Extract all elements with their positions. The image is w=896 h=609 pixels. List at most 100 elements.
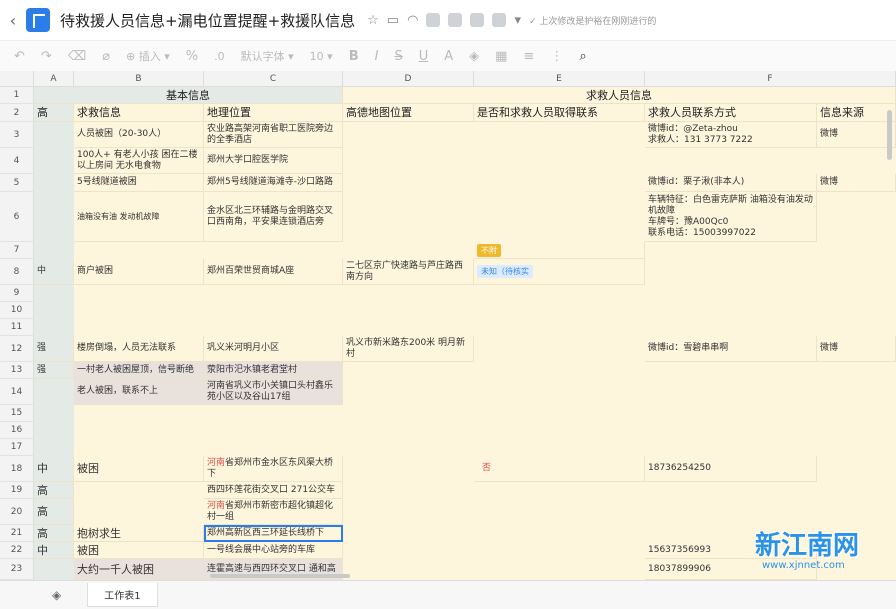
header-level[interactable]: 高 [34, 104, 74, 122]
row-header[interactable]: 11 [0, 319, 34, 336]
underline-icon[interactable]: U [419, 49, 429, 64]
cell-location[interactable]: 荥阳市汜水镇老君堂村 [204, 362, 343, 379]
header-request[interactable]: 求救信息 [74, 104, 204, 122]
row-header[interactable]: 4 [0, 148, 34, 174]
row-header[interactable]: 21 [0, 525, 34, 542]
cell-level[interactable]: 高 [34, 499, 74, 525]
row-header[interactable]: 3 [0, 122, 34, 148]
collaborators-icon[interactable]: ◠ [407, 13, 418, 28]
cell-contact[interactable]: 车辆特征：白色雷克萨斯 油箱没有油发动机故障 车牌号：豫A00Qc0 联系电话：… [645, 192, 817, 242]
cell-location[interactable]: 金水区北三环辅路与金明路交叉口西南角，平安果连锁酒店旁 [204, 192, 343, 242]
cell-location[interactable]: 郑州5号线隧道海滩寺-沙口路路 [204, 174, 343, 192]
row-header[interactable]: 8 [0, 259, 34, 285]
cell-location[interactable]: 郑州大学口腔医学院 [204, 148, 343, 174]
font-select[interactable]: 默认字体 ▾ [241, 48, 294, 64]
cell-request[interactable]: 大约一千人被困 [74, 559, 204, 580]
search-icon[interactable]: ⌕ [579, 49, 586, 64]
corner-cell[interactable] [0, 71, 34, 87]
selected-cell[interactable]: 郑州高新区西三环延长线桥下 [204, 525, 343, 542]
row-header[interactable]: 9 [0, 285, 34, 302]
cell-location[interactable]: 一号线会展中心站旁的车库 [204, 542, 343, 559]
header-amap[interactable]: 高德地图位置 [343, 104, 474, 122]
cell-location[interactable]: 河南省郑州市金水区东风渠大桥下 [204, 456, 343, 482]
row-header[interactable]: 15 [0, 405, 34, 422]
cell-request[interactable]: 老人被困，联系不上 [74, 379, 204, 405]
cell-contacted[interactable]: 否 [474, 456, 645, 482]
cell-level[interactable]: 高 [34, 525, 74, 542]
row-header[interactable]: 13 [0, 362, 34, 379]
row-header[interactable]: 12 [0, 336, 34, 362]
cell-request[interactable]: 5号线隧道被困 [74, 174, 204, 192]
cell-contact[interactable]: 18736254250 [645, 456, 817, 482]
cell-contacted[interactable]: 不附 [474, 242, 645, 259]
horizontal-scrollbar[interactable] [210, 574, 350, 578]
number-format-button[interactable]: .0 [214, 50, 225, 63]
row-header[interactable]: 22 [0, 542, 34, 559]
redo-icon[interactable]: ↷ [41, 49, 52, 64]
cell-level[interactable]: 高 [34, 482, 74, 499]
row-header[interactable]: 2 [0, 104, 34, 122]
header-contacted[interactable]: 是否和求救人员取得联系 [474, 104, 645, 122]
row-header[interactable]: 10 [0, 302, 34, 319]
cell-level[interactable]: 中 [34, 259, 74, 285]
border-icon[interactable]: ▦ [495, 49, 507, 64]
text-color-icon[interactable]: A [444, 49, 453, 64]
font-size-select[interactable]: 10 ▾ [310, 50, 333, 63]
fill-color-icon[interactable]: ◈ [469, 49, 479, 64]
column-header-e[interactable]: E [474, 71, 645, 87]
row-header[interactable]: 23 [0, 559, 34, 580]
cell-location[interactable]: 河南省巩义市小关镇口头村鑫乐苑小区以及谷山17组 [204, 379, 343, 405]
column-header-b[interactable]: B [74, 71, 204, 87]
cell-source[interactable]: 微博 [817, 122, 896, 148]
row-header[interactable]: 5 [0, 174, 34, 192]
avatar[interactable] [448, 13, 463, 27]
strikethrough-icon[interactable]: S [394, 49, 402, 64]
cell-source[interactable]: 微博 [817, 336, 896, 362]
row-header[interactable]: 7 [0, 242, 34, 259]
back-icon[interactable]: ‹ [4, 11, 22, 30]
row-header[interactable]: 6 [0, 192, 34, 242]
cell-request[interactable]: 楼房倒塌，人员无法联系 [74, 336, 204, 362]
cell-amap[interactable]: 巩义市新米路东200米 明月新村 [343, 336, 474, 362]
cell-location[interactable]: 河南省郑州市新密市超化镇超化村一组 [204, 499, 343, 525]
header-contact[interactable]: 求救人员联系方式 [645, 104, 817, 122]
group-header-rescuer[interactable]: 求救人员信息 [343, 87, 896, 104]
cell-amap[interactable]: 二七区京广快速路与芦庄路西南方向 [343, 259, 474, 285]
star-icon[interactable]: ☆ [367, 13, 379, 28]
cell-contact[interactable]: 微博id：雪碧串串啊 [645, 336, 817, 362]
header-source[interactable]: 信息来源 [817, 104, 896, 122]
undo-icon[interactable]: ↶ [14, 49, 25, 64]
row-header[interactable]: 19 [0, 482, 34, 499]
cell-contact[interactable]: 微博id：@Zeta-zhou 求救人：131 3773 7222 [645, 122, 817, 148]
vertical-scrollbar[interactable] [887, 110, 892, 160]
insert-button[interactable]: ⊕ 插入 ▾ [126, 48, 170, 64]
align-icon[interactable]: ≡ [523, 49, 534, 64]
status-badge[interactable]: 不附 [477, 243, 501, 257]
cell-request[interactable]: 人员被困（20-30人） [74, 122, 204, 148]
cell-location[interactable]: 郑州百荣世贸商城A座 [204, 259, 343, 285]
column-header-d[interactable]: D [343, 71, 474, 87]
cell-level[interactable]: 强 [34, 362, 74, 379]
status-badge[interactable]: 未知（待核实 [477, 265, 533, 278]
clear-format-icon[interactable]: ⌀ [102, 49, 110, 64]
avatar[interactable] [492, 13, 507, 27]
row-header[interactable]: 20 [0, 499, 34, 525]
cell-request[interactable]: 商户被困 [74, 259, 204, 285]
bold-icon[interactable]: B [349, 49, 359, 64]
cell-request[interactable]: 被困 [74, 542, 204, 559]
sheets-list-icon[interactable]: ◈ [52, 588, 61, 602]
cell-level[interactable]: 强 [34, 336, 74, 362]
cell-source[interactable]: 微博 [817, 174, 896, 192]
row-header[interactable]: 18 [0, 456, 34, 482]
cell-contact[interactable]: 微博id：栗子湫(非本人) [645, 174, 817, 192]
cell-request[interactable]: 一村老人被困屋顶，信号断绝 [74, 362, 204, 379]
cell-location[interactable]: 巩义米河明月小区 [204, 336, 343, 362]
cell-location[interactable]: 农业路高架河南省职工医院旁边的全季酒店 [204, 122, 343, 148]
more-icon[interactable]: ⋮ [550, 49, 563, 64]
cell-request[interactable]: 被困 [74, 456, 204, 482]
row-header[interactable]: 14 [0, 379, 34, 405]
cell-request[interactable]: 100人+ 有老人小孩 困在二楼以上房间 无水电食物 [74, 148, 204, 174]
chevron-down-icon[interactable]: ▾ [514, 13, 521, 28]
cell-level[interactable]: 中 [34, 542, 74, 559]
document-icon[interactable]: ▭ [387, 13, 399, 28]
